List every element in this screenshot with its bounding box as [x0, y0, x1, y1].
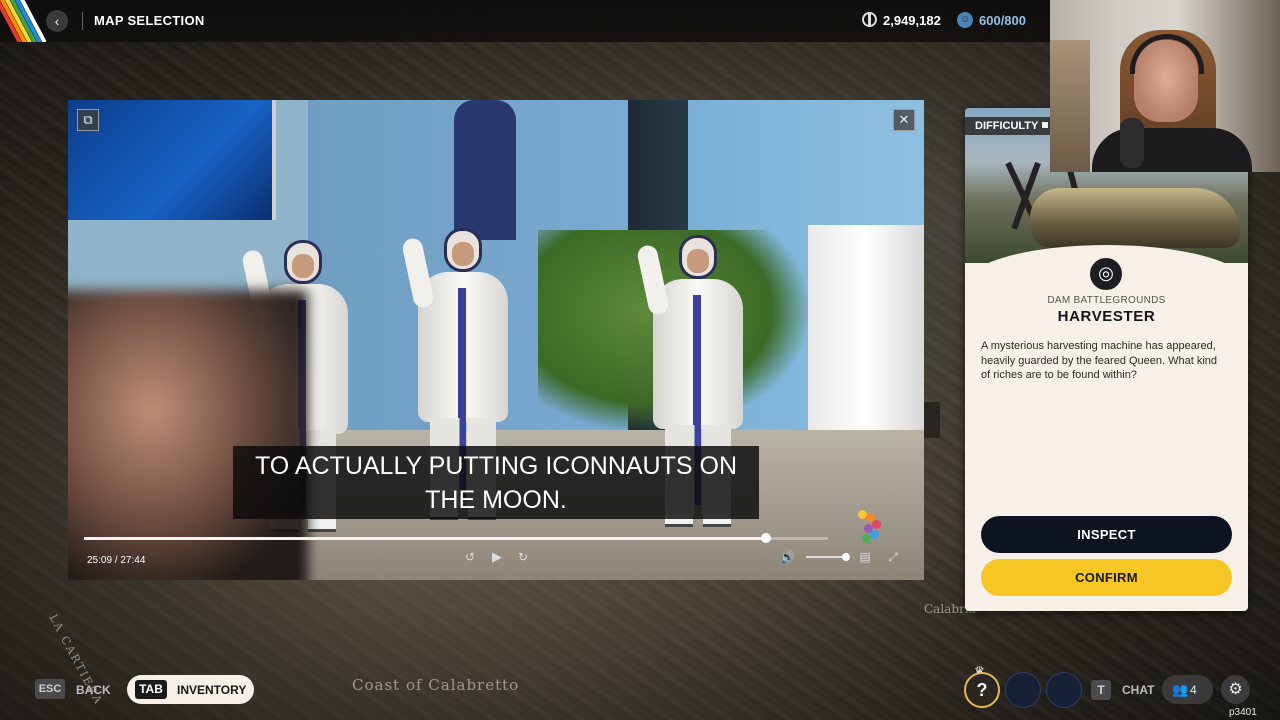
token-icon: ☺: [957, 12, 973, 28]
party-icon: 👥: [1172, 682, 1189, 697]
video-timecode: 25:09 / 27:44: [87, 555, 146, 566]
chevron-left-icon: ‹: [54, 13, 60, 29]
video-subtitle: TO ACTUALLY PUTTING ICONNAUTS ON THE MOO…: [233, 446, 759, 519]
chat-label[interactable]: CHAT: [1122, 683, 1154, 697]
close-video-button[interactable]: ✕: [893, 109, 915, 131]
captions-button[interactable]: ▤: [858, 550, 872, 564]
inspect-button[interactable]: INSPECT: [981, 516, 1232, 553]
play-icon: ▶: [492, 549, 502, 564]
confirm-button[interactable]: CONFIRM: [981, 559, 1232, 596]
forward-button[interactable]: ↻: [516, 550, 530, 564]
map-edge-marker: [924, 402, 940, 438]
channel-logo-icon: [858, 510, 884, 544]
video-scene-screen: [68, 100, 276, 220]
difficulty-badge: DIFFICULTY: [965, 117, 1051, 135]
page-title: MAP SELECTION: [94, 13, 205, 28]
video-progress-bar[interactable]: [84, 533, 828, 543]
volume-knob[interactable]: [842, 553, 850, 561]
picture-in-picture-icon: ⧉: [83, 112, 93, 127]
coin-icon: [862, 12, 877, 27]
rewind-button[interactable]: ↺: [463, 550, 477, 564]
mission-description: A mysterious harvesting machine has appe…: [981, 340, 1218, 381]
video-progress-fill: [84, 537, 766, 540]
play-button[interactable]: ▶: [490, 550, 504, 564]
rewind-icon: ↺: [464, 550, 476, 564]
back-button[interactable]: ‹: [46, 10, 68, 32]
back-label[interactable]: BACK: [76, 683, 111, 697]
header-divider: [82, 12, 83, 30]
mission-location: DAM BATTLEGROUNDS: [1047, 295, 1166, 306]
volume-icon: 🔊: [780, 550, 795, 564]
picture-in-picture-button[interactable]: ⧉: [77, 109, 99, 131]
video-scene-crates: [808, 225, 924, 445]
party-count: 4: [1190, 683, 1197, 697]
help-slot[interactable]: ?: [964, 672, 1000, 708]
webcam-overlay: [1050, 0, 1280, 172]
game-screen: LA CARTIERA Coast of Calabretto Calabria…: [0, 0, 1280, 720]
inventory-label[interactable]: INVENTORY: [177, 683, 246, 697]
volume-button[interactable]: 🔊: [780, 550, 795, 564]
difficulty-label: DIFFICULTY: [975, 120, 1039, 132]
map-label-coast: Coast of Calabretto: [352, 676, 520, 694]
brand-stripes: [0, 0, 46, 42]
captions-icon: ▤: [859, 550, 871, 564]
difficulty-pip: [1042, 122, 1049, 128]
party-button[interactable]: 👥 4: [1162, 675, 1213, 704]
video-scene-figure: [454, 100, 516, 240]
esc-key[interactable]: ESC: [35, 679, 65, 699]
mission-emblem-icon: ◎: [1087, 255, 1125, 293]
build-version: p3401: [1229, 707, 1257, 718]
fullscreen-button[interactable]: ⤢: [886, 550, 900, 564]
party-slot-empty[interactable]: [1005, 672, 1041, 708]
forward-icon: ↻: [517, 550, 529, 564]
gear-icon: ⚙: [1228, 681, 1243, 698]
party-slot-empty[interactable]: [1046, 672, 1082, 708]
fullscreen-icon: ⤢: [888, 550, 898, 564]
close-icon: ✕: [898, 112, 910, 127]
mission-title: HARVESTER: [1057, 308, 1156, 325]
tab-key[interactable]: TAB: [135, 680, 167, 699]
coin-balance: 2,949,182: [883, 13, 941, 28]
t-key[interactable]: T: [1091, 680, 1111, 700]
settings-button[interactable]: ⚙: [1221, 675, 1250, 704]
volume-slider[interactable]: [806, 556, 846, 558]
video-progress-knob[interactable]: [760, 533, 771, 543]
token-balance: 600/800: [979, 13, 1026, 28]
